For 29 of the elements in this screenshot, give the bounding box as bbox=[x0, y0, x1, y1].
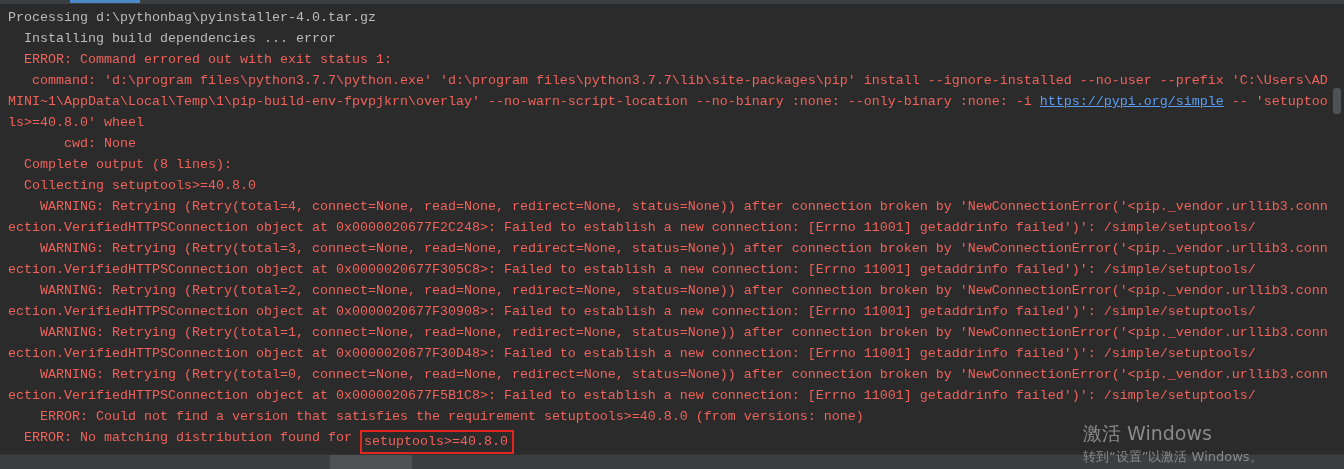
console-text: command: 'd:\program files\python3.7.7\python.exe' 'd:\program files\python3.7.7\lib\site-packages\pip' install --ignore-installed --no-user --prefix 'C:\Users\AD bbox=[31, 73, 1328, 88]
activation-title: 激活 Windows bbox=[1083, 421, 1213, 445]
console-text: WARNING: Retrying (Retry(total=0, connect=None, read=None, redirect=None, status=None)) after connection broken by 'NewConnectionError('<pip._vendor.urllib3.conn bbox=[39, 367, 1328, 382]
console-text: ERROR: Command errored out with exit status 1: bbox=[23, 52, 392, 67]
console-text: ls>=40.8.0' wheel bbox=[8, 115, 144, 130]
active-tab-indicator bbox=[70, 0, 140, 3]
console-text: Collecting setuptools>=40.8.0 bbox=[23, 178, 256, 193]
console-text: ERROR: No matching distribution found for bbox=[23, 430, 353, 445]
console-text: ection.VerifiedHTTPSConnection object at 0x0000020677F30908>: Failed to establish a new connection: [Errno 11001] getaddrinfo failed')': /simple/setuptools/ bbox=[8, 304, 1256, 319]
console-text: ection.VerifiedHTTPSConnection object at 0x0000020677F305C8>: Failed to establish a new connection: [Errno 11001] getaddrinfo failed')': /simple/setuptools/ bbox=[8, 262, 1256, 277]
console-text: ection.VerifiedHTTPSConnection object at 0x0000020677F2C248>: Failed to establish a new connection: [Errno 11001] getaddrinfo failed')': /simple/setuptools/ bbox=[8, 220, 1256, 235]
console-text: WARNING: Retrying (Retry(total=3, connect=None, read=None, redirect=None, status=None)) after connection broken by 'NewConnectionError('<pip._vendor.urllib3.conn bbox=[39, 241, 1328, 256]
console-text: MINI~1\AppData\Local\Temp\1\pip-build-env-fpvpjkrn\overlay' --no-warn-script-location --no-binary :none: --only-binary :none: -i bbox=[8, 94, 1033, 109]
console-text: ERROR: Could not find a version that satisfies the requirement setuptools>=40.8.0 (from versions: none) bbox=[39, 409, 864, 424]
console-text: -- 'setuptoo bbox=[1230, 94, 1328, 109]
console-text: Complete output (8 lines): bbox=[23, 157, 232, 172]
url-link[interactable]: https://pypi.org/simple bbox=[1039, 94, 1224, 109]
console-text: WARNING: Retrying (Retry(total=4, connect=None, read=None, redirect=None, status=None)) after connection broken by 'NewConnectionError('<pip._vendor.urllib3.conn bbox=[39, 199, 1328, 214]
activation-subtitle: 转到“设置”以激活 Windows。 bbox=[1083, 448, 1263, 466]
highlighted-text: setuptools>=40.8.0 bbox=[359, 430, 514, 454]
console-text: cwd: None bbox=[63, 136, 136, 151]
scrollbar-thumb[interactable] bbox=[1333, 88, 1341, 114]
console-text: Processing d:\pythonbag\pyinstaller-4.0.tar.gz bbox=[8, 10, 376, 25]
console-text: ection.VerifiedHTTPSConnection object at 0x0000020677F30D48>: Failed to establish a new connection: [Errno 11001] getaddrinfo failed')': /simple/setuptools/ bbox=[8, 346, 1256, 361]
console-text: WARNING: Retrying (Retry(total=1, connect=None, read=None, redirect=None, status=None)) after connection broken by 'NewConnectionError('<pip._vendor.urllib3.conn bbox=[39, 325, 1328, 340]
console-text: ection.VerifiedHTTPSConnection object at 0x0000020677F5B1C8>: Failed to establish a new connection: [Errno 11001] getaddrinfo failed')': /simple/setuptools/ bbox=[8, 388, 1256, 403]
active-tool-tab[interactable] bbox=[330, 455, 412, 469]
console-text: Installing build dependencies ... error bbox=[23, 31, 336, 46]
console-text: WARNING: Retrying (Retry(total=2, connect=None, read=None, redirect=None, status=None)) after connection broken by 'NewConnectionError('<pip._vendor.urllib3.conn bbox=[39, 283, 1328, 298]
